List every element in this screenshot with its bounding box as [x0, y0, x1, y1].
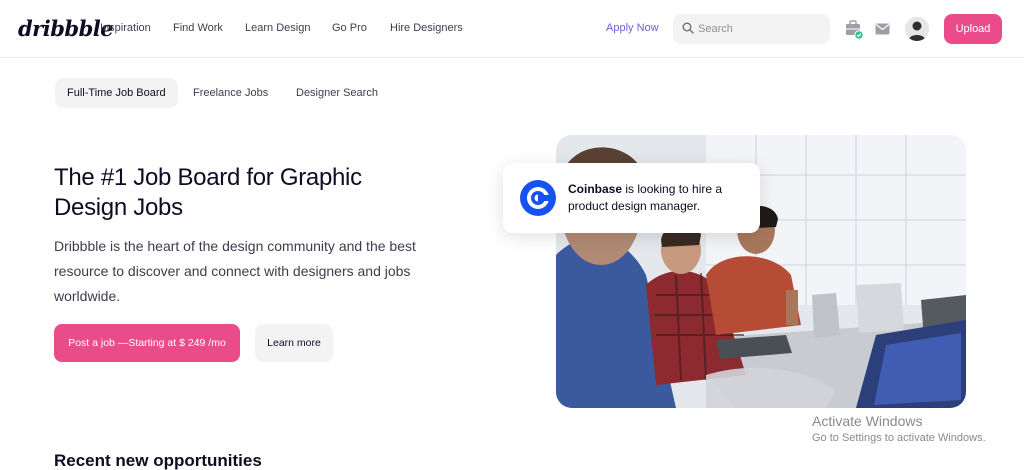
apply-now-link[interactable]: Apply Now: [606, 22, 659, 34]
nav-link-learn-design[interactable]: Learn Design: [245, 22, 310, 34]
company-name: Coinbase: [568, 182, 623, 196]
post-job-button[interactable]: Post a job —Starting at $ 249 /mo: [54, 324, 240, 362]
dribbble-logo[interactable]: dribbble: [18, 16, 114, 41]
nav-link-find-work[interactable]: Find Work: [173, 22, 223, 34]
mail-icon[interactable]: [875, 23, 890, 35]
avatar-image: [905, 17, 929, 41]
search-icon: [682, 22, 694, 34]
tab-designer-search[interactable]: Designer Search: [284, 78, 390, 108]
avatar[interactable]: [905, 17, 929, 41]
nav-link-inspiration[interactable]: Inspiration: [100, 22, 151, 34]
hiring-card-text: Coinbase is looking to hire a product de…: [568, 181, 748, 215]
nav-link-go-pro[interactable]: Go Pro: [332, 22, 367, 34]
hiring-card[interactable]: Coinbase is looking to hire a product de…: [503, 163, 760, 233]
coinbase-logo-icon: [520, 180, 556, 216]
activate-windows-title: Activate Windows: [812, 413, 923, 429]
upload-button[interactable]: Upload: [944, 14, 1002, 44]
search-box[interactable]: [673, 14, 830, 44]
tab-full-time-job-board[interactable]: Full-Time Job Board: [55, 78, 178, 108]
hero-description: Dribbble is the heart of the design comm…: [54, 238, 416, 304]
recent-opportunities-heading: Recent new opportunities: [54, 451, 262, 470]
briefcase-icon[interactable]: [845, 19, 865, 41]
activate-windows-subtitle: Go to Settings to activate Windows.: [812, 432, 986, 444]
page-title: The #1 Job Board for Graphic Design Jobs: [54, 164, 362, 221]
tab-freelance-jobs[interactable]: Freelance Jobs: [181, 78, 280, 108]
nav-link-hire-designers[interactable]: Hire Designers: [390, 22, 463, 34]
learn-more-button[interactable]: Learn more: [255, 324, 333, 362]
search-input[interactable]: [698, 14, 823, 44]
top-navigation: dribbble Inspiration Find Work Learn Des…: [0, 0, 1024, 58]
